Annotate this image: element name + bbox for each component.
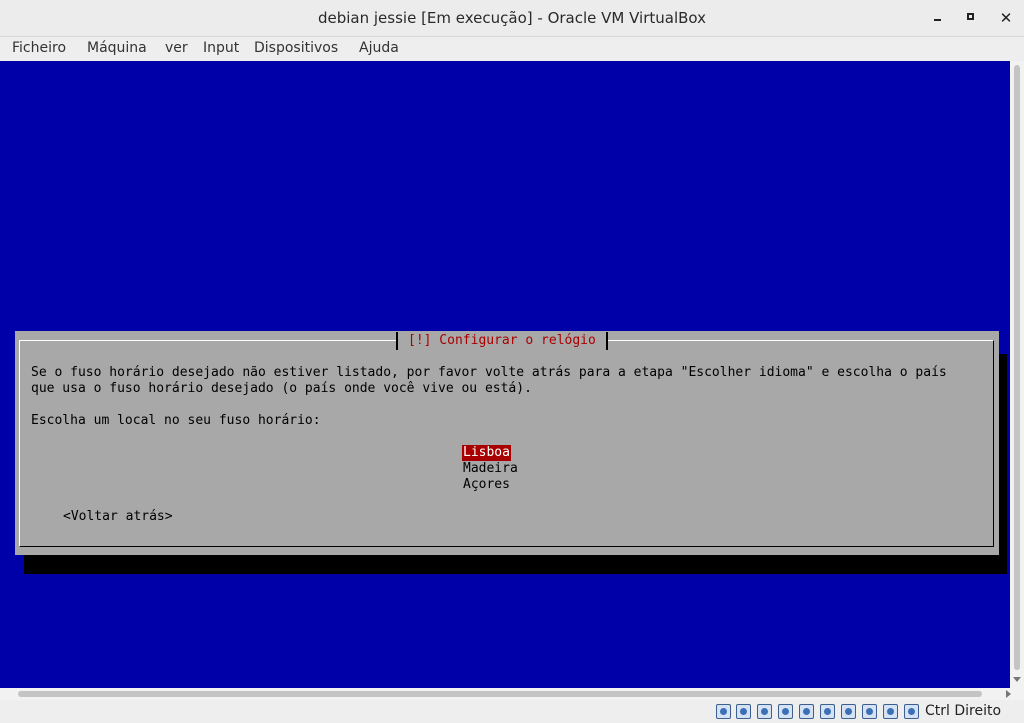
usb-icon[interactable] — [799, 704, 814, 719]
scroll-down-arrow-icon[interactable] — [1013, 677, 1021, 682]
scroll-right-arrow-icon[interactable] — [1006, 690, 1011, 698]
minimize-icon[interactable] — [930, 10, 946, 26]
back-button[interactable]: <Voltar atrás> — [63, 509, 173, 525]
menu-input[interactable]: Input — [203, 37, 239, 61]
menu-maquina[interactable]: Máquina — [87, 37, 147, 61]
menu-dispositivos[interactable]: Dispositivos — [254, 37, 338, 61]
vm-screen[interactable]: [!] Configurar o relógio Se o fuso horár… — [0, 61, 1010, 688]
window-title: debian jessie [Em execução] - Oracle VM … — [317, 9, 707, 27]
horizontal-scrollbar[interactable] — [0, 688, 1024, 700]
maximize-icon[interactable] — [964, 10, 980, 26]
menu-bar: Ficheiro Máquina ver Input Dispositivos … — [0, 37, 1024, 61]
close-icon[interactable]: ✕ — [998, 10, 1014, 26]
installer-dialog: [!] Configurar o relógio Se o fuso horár… — [15, 331, 999, 555]
dialog-prompt: Escolha um local no seu fuso horário: — [31, 413, 321, 428]
timezone-option-acores[interactable]: Açores — [462, 477, 511, 493]
menu-ajuda[interactable]: Ajuda — [359, 37, 399, 61]
optical-drive-icon[interactable] — [736, 704, 751, 719]
dialog-message-line2: que usa o fuso horário desejado (o país … — [31, 381, 532, 396]
video-capture-icon[interactable] — [862, 704, 877, 719]
vertical-scrollbar[interactable] — [1010, 61, 1024, 688]
dialog-title: [!] Configurar o relógio — [396, 332, 608, 350]
window-titlebar[interactable]: debian jessie [Em execução] - Oracle VM … — [0, 0, 1024, 37]
network-icon[interactable] — [778, 704, 793, 719]
hard-disk-icon[interactable] — [716, 704, 731, 719]
vertical-scroll-thumb[interactable] — [1014, 65, 1020, 670]
timezone-option-madeira[interactable]: Madeira — [462, 461, 519, 477]
host-key-label[interactable]: Ctrl Direito — [925, 700, 1001, 723]
cpu-icon[interactable] — [883, 704, 898, 719]
audio-icon[interactable] — [757, 704, 772, 719]
shared-folder-icon[interactable] — [820, 704, 835, 719]
menu-ver[interactable]: ver — [165, 37, 188, 61]
timezone-option-lisboa[interactable]: Lisboa — [462, 445, 511, 461]
status-bar: Ctrl Direito — [0, 700, 1024, 723]
mouse-integration-icon[interactable] — [904, 704, 919, 719]
menu-ficheiro[interactable]: Ficheiro — [12, 37, 66, 61]
dialog-message-line1: Se o fuso horário desejado não estiver l… — [31, 365, 947, 380]
display-icon[interactable] — [841, 704, 856, 719]
horizontal-scroll-thumb[interactable] — [18, 691, 982, 697]
